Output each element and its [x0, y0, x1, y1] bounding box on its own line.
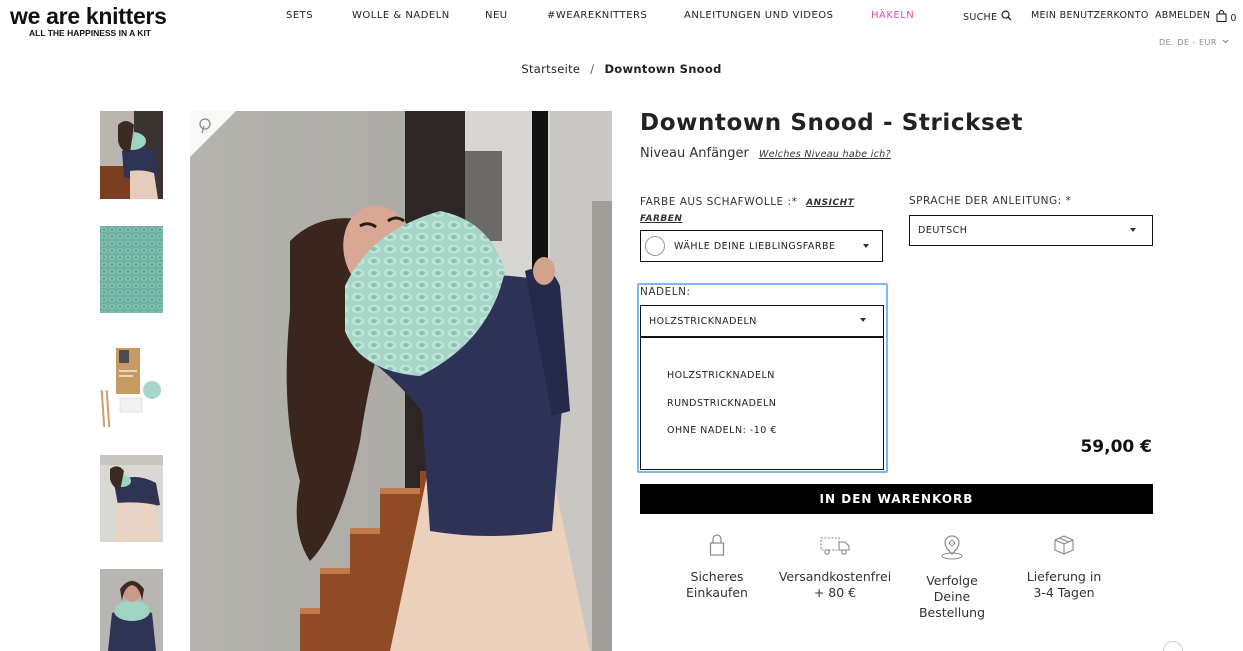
locale-label: DE. DE - EUR [1158, 38, 1217, 47]
product-title: Downtown Snood - Strickset [640, 110, 1024, 136]
feature-text-line: Einkaufen [686, 585, 748, 600]
search-label: SUCHE [963, 12, 998, 23]
view-colors-link-line2[interactable]: FARBEN [640, 214, 682, 224]
feature-text-line: 3-4 Tagen [1033, 585, 1095, 600]
truck-icon [820, 537, 850, 555]
product-thumbnail[interactable] [100, 340, 163, 427]
breadcrumb-home[interactable]: Startseite [521, 62, 580, 76]
product-thumbnail[interactable] [100, 455, 163, 542]
product-level: Niveau Anfänger Welches Niveau habe ich? [640, 146, 891, 161]
thumbnail-image-model-front [100, 569, 163, 651]
chevron-down-icon [1222, 39, 1229, 44]
needles-option-holz[interactable]: HOLZSTRICKNADELN [667, 370, 775, 381]
color-select-value: WÄHLE DEINE LIEBLINGSFARBE [674, 240, 836, 252]
thumbnail-image-knit-texture [100, 226, 163, 313]
needles-option-ohne[interactable]: OHNE NADELN: -10 € [667, 425, 777, 436]
color-swatch-placeholder [645, 236, 665, 256]
thumbnail-image-model-bending [100, 455, 163, 542]
color-label: FARBE AUS SCHAFWOLLE :* ANSICHT FARBEN [640, 195, 854, 227]
lock-icon [709, 534, 725, 556]
search-icon [1001, 10, 1012, 21]
color-label-text: FARBE AUS SCHAFWOLLE :* [640, 196, 798, 208]
feature-track-order[interactable]: Verfolge Deine Bestellung [912, 533, 992, 621]
product-thumbnail[interactable] [100, 569, 163, 651]
caret-down-icon [1130, 228, 1136, 232]
feature-text-line: Lieferung in [1026, 569, 1102, 584]
feature-text-line: Versandkostenfrei [778, 569, 892, 584]
nav-item-neu[interactable]: NEU [485, 10, 508, 21]
nav-item-wolle-nadeln[interactable]: WOLLE & NADELN [352, 10, 450, 21]
pinterest-icon [190, 111, 236, 157]
caret-down-icon [863, 244, 869, 248]
feature-delivery-time: Lieferung in 3-4 Tagen [1019, 533, 1109, 601]
breadcrumb: Startseite / Downtown Snood [0, 62, 1243, 76]
feature-text-line: Deine [933, 589, 971, 604]
feature-free-shipping: Versandkostenfrei + 80 € [775, 533, 895, 601]
needles-label: NADELN: [640, 286, 691, 298]
logo-tagline: ALL THE HAPPINESS IN A KIT [29, 28, 152, 38]
feature-text-line: Verfolge [926, 573, 978, 588]
view-colors-link[interactable]: ANSICHT [806, 198, 854, 208]
shopping-bag-icon [1216, 10, 1227, 23]
level-text: Niveau Anfänger [640, 146, 749, 161]
language-select[interactable]: DEUTSCH [909, 215, 1153, 246]
search-button[interactable]: SUCHE [963, 10, 1012, 23]
language-select-value: DEUTSCH [918, 225, 968, 236]
needles-select[interactable]: HOLZSTRICKNADELN [640, 305, 884, 337]
feature-secure-shopping: Sicheres Einkaufen [676, 533, 758, 601]
breadcrumb-separator: / [590, 62, 595, 76]
needles-dropdown: HOLZSTRICKNADELN RUNDSTRICKNADELN OHNE N… [640, 337, 884, 470]
scroll-top-button[interactable] [1163, 641, 1183, 651]
product-price: 59,00 € [1080, 437, 1152, 457]
add-to-cart-button[interactable]: IN DEN WARENKORB [640, 484, 1153, 514]
cart-count: 0 [1230, 13, 1237, 24]
location-pin-icon [941, 535, 963, 560]
thumbnail-image-kit-contents [100, 340, 163, 427]
product-thumbnail[interactable] [100, 226, 163, 313]
needles-option-rund[interactable]: RUNDSTRICKNADELN [667, 398, 776, 409]
locale-selector[interactable]: DE. DE - EUR [1159, 38, 1229, 47]
main-product-image[interactable] [190, 111, 612, 651]
nav-item-weareknitters[interactable]: #WEAREKNITTERS [547, 10, 647, 21]
logout-link[interactable]: ABMELDEN [1155, 10, 1210, 21]
cart-button[interactable]: 0 [1216, 10, 1237, 24]
account-link[interactable]: MEIN BENUTZERKONTO [1031, 10, 1149, 21]
feature-text-line: Bestellung [918, 605, 986, 620]
needles-select-value: HOLZSTRICKNADELN [649, 315, 757, 327]
product-photo-model-stairs [190, 111, 612, 651]
feature-text-line: + 80 € [813, 585, 857, 600]
product-thumbnail[interactable] [100, 111, 163, 199]
thumbnail-image-model-leaning [100, 111, 163, 199]
nav-item-sets[interactable]: SETS [286, 10, 313, 21]
feature-text-line: Sicheres [690, 569, 744, 584]
nav-item-anleitungen[interactable]: ANLEITUNGEN UND VIDEOS [684, 10, 834, 21]
caret-down-icon [860, 318, 866, 322]
box-icon [1054, 535, 1074, 555]
color-select[interactable]: WÄHLE DEINE LIEBLINGSFARBE [640, 230, 883, 262]
breadcrumb-current: Downtown Snood [604, 62, 722, 76]
nav-item-haekeln[interactable]: HÄKELN [871, 10, 914, 21]
level-help-link[interactable]: Welches Niveau habe ich? [759, 149, 891, 160]
pinterest-share[interactable] [190, 111, 236, 157]
language-label: SPRACHE DER ANLEITUNG: * [909, 195, 1072, 207]
